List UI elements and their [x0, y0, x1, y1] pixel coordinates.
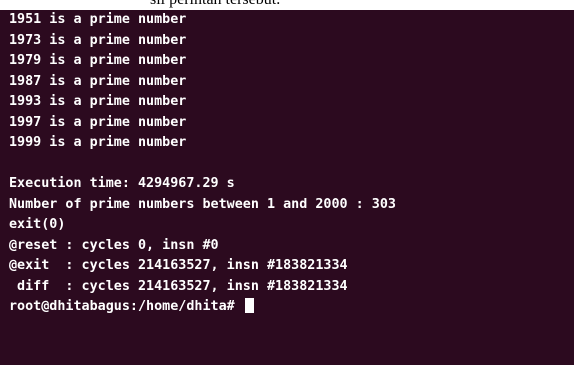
caption-text: sil perintah tersebut. [150, 0, 280, 9]
exit-cycles-line: @exit : cycles 214163527, insn #18382133… [9, 258, 348, 273]
output-line: 1987 is a prime number [9, 73, 187, 89]
output-line: 1997 is a prime number [9, 114, 187, 130]
reset-cycles-line: @reset : cycles 0, insn #0 [9, 237, 219, 253]
screenshot: sil perintah tersebut. 1951 is a prime n… [0, 0, 574, 365]
output-line: 1951 is a prime number [9, 12, 187, 27]
document-caption-strip: sil perintah tersebut. [0, 0, 574, 10]
output-line: 1999 is a prime number [9, 135, 187, 150]
shell-prompt: root@dhitabagus:/home/dhita# [9, 299, 243, 314]
prime-count-line: Number of prime numbers between 1 and 20… [9, 196, 396, 212]
terminal-output: 1951 is a prime number 1973 is a prime n… [9, 10, 574, 318]
text-cursor [244, 298, 254, 313]
execution-time-line: Execution time: 4294967.29 s [9, 176, 235, 191]
output-line: 1993 is a prime number [9, 94, 187, 109]
terminal-window[interactable]: 1951 is a prime number 1973 is a prime n… [0, 10, 574, 365]
output-line: 1979 is a prime number [9, 53, 187, 68]
diff-cycles-line: diff : cycles 214163527, insn #183821334 [9, 278, 348, 294]
output-line: 1973 is a prime number [9, 32, 187, 48]
command-prompt-line[interactable]: root@dhitabagus:/home/dhita# [9, 297, 574, 318]
exit-code-line: exit(0) [9, 217, 66, 232]
